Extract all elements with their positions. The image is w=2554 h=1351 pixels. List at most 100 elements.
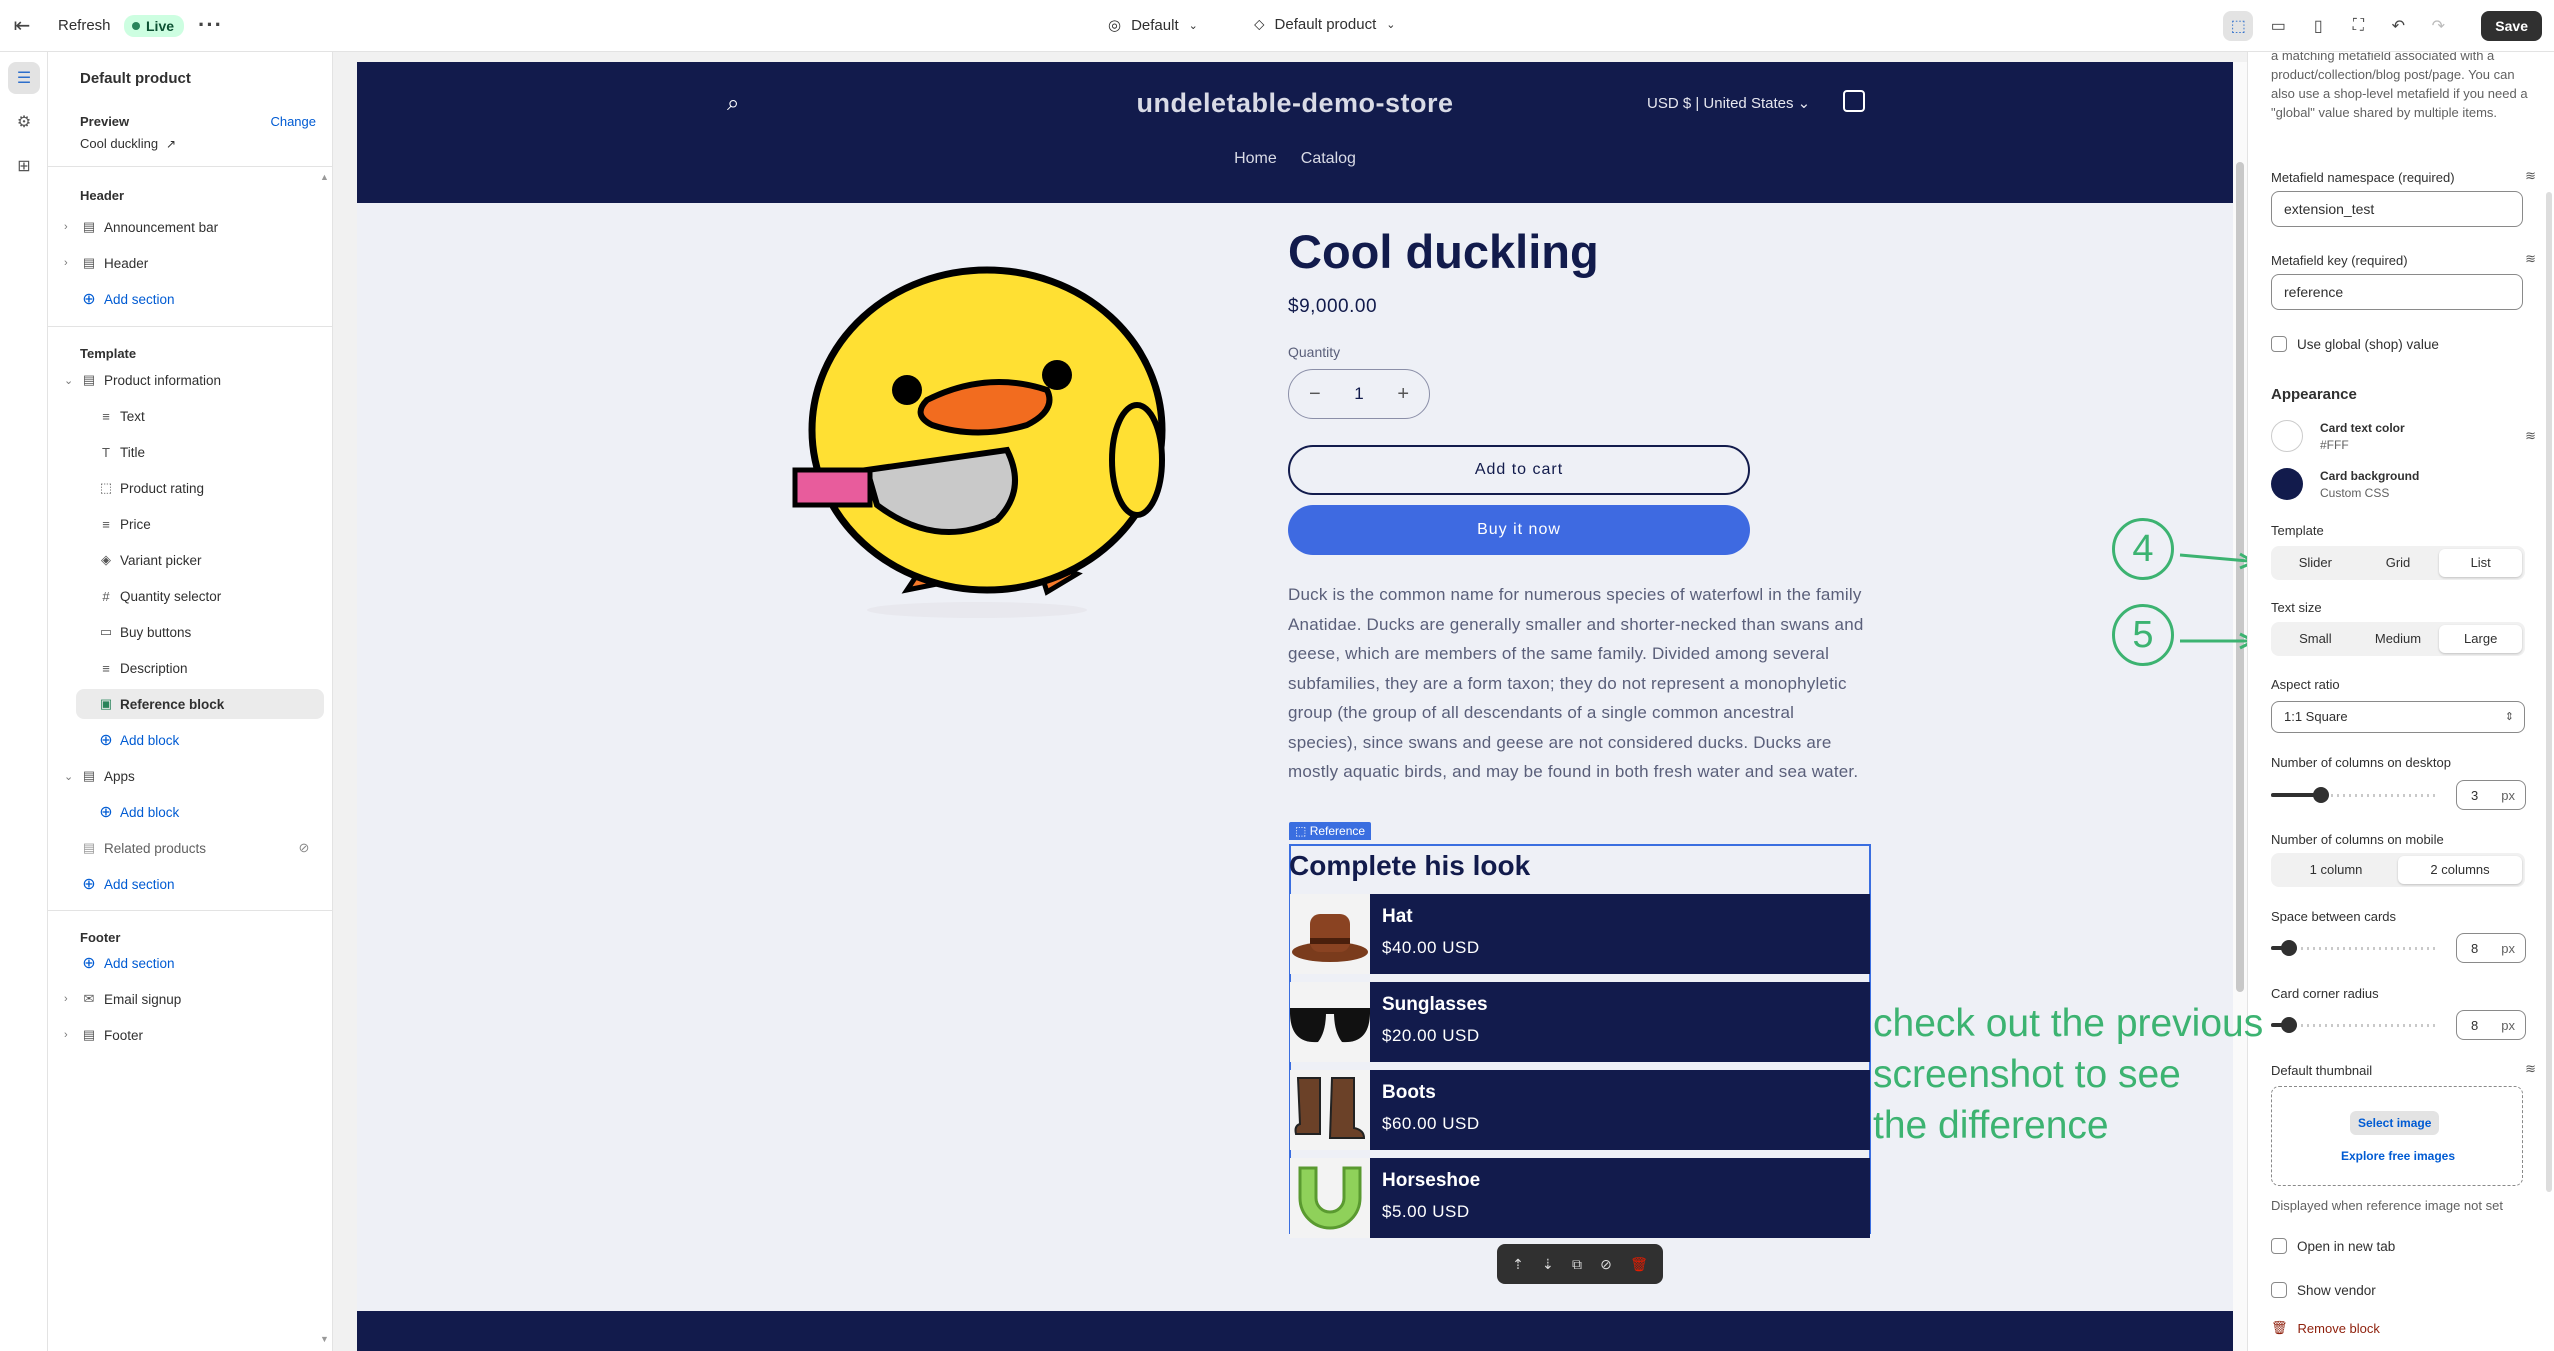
app-embeds-icon[interactable]: ⊞: [8, 150, 40, 182]
explore-free-images-link[interactable]: Explore free images: [2272, 1149, 2524, 1163]
add-block-label: Add block: [120, 732, 180, 748]
exit-icon[interactable]: ⇤: [10, 14, 34, 38]
cols-desktop-input[interactable]: 3 px: [2456, 780, 2526, 810]
delete-icon[interactable]: 🗑: [1630, 1256, 1648, 1273]
canvas-scrollbar[interactable]: [2233, 62, 2247, 1351]
corner-radius-slider[interactable]: [2271, 1015, 2437, 1035]
block-quantity-selector[interactable]: # Quantity selector: [48, 581, 332, 611]
block-variant-picker[interactable]: ◈ Variant picker: [48, 545, 332, 575]
fullscreen-icon[interactable]: ⛶: [2343, 11, 2373, 41]
namespace-input[interactable]: extension_test: [2271, 191, 2523, 227]
space-between-input[interactable]: 8 px: [2456, 933, 2526, 963]
select-image-button[interactable]: Select image: [2350, 1111, 2440, 1135]
dynamic-source-icon[interactable]: ≋: [2525, 168, 2536, 184]
section-announcement-bar[interactable]: › ▤ Announcement bar: [48, 212, 332, 242]
buy-now-button[interactable]: Buy it now: [1288, 505, 1750, 555]
section-related-products[interactable]: ▤ Related products ⊘: [48, 833, 332, 863]
reference-card[interactable]: Hat $40.00 USD: [1290, 894, 1870, 974]
mobile-view-icon[interactable]: ▯: [2303, 11, 2333, 41]
theme-selector[interactable]: ◎ Default ⌄: [1108, 16, 1198, 35]
section-header[interactable]: › ▤ Header: [48, 248, 332, 278]
chevron-right-icon: ›: [64, 993, 68, 1005]
dynamic-source-icon[interactable]: ≋: [2525, 1061, 2536, 1077]
checkbox-box[interactable]: [2271, 336, 2287, 352]
cols-mobile-option-2[interactable]: 2 columns: [2398, 856, 2522, 884]
sidebar-scroll-arrow-up[interactable]: ▲: [320, 172, 329, 182]
dynamic-source-icon[interactable]: ≋: [2525, 428, 2536, 444]
preview-product[interactable]: Cool duckling ↗: [80, 136, 176, 151]
text-size-option-small[interactable]: Small: [2274, 625, 2357, 653]
theme-settings-icon[interactable]: ⚙: [8, 106, 40, 138]
currency-selector[interactable]: USD $ | United States ⌄: [1647, 94, 1810, 112]
corner-radius-input[interactable]: 8 px: [2456, 1010, 2526, 1040]
block-price[interactable]: ≡ Price: [48, 509, 332, 539]
refresh-button[interactable]: Refresh: [58, 17, 111, 34]
add-to-cart-button[interactable]: Add to cart: [1288, 445, 1750, 495]
section-footer[interactable]: › ▤ Footer: [48, 1020, 332, 1050]
hide-icon[interactable]: ⊘: [1600, 1256, 1612, 1273]
change-preview-link[interactable]: Change: [270, 114, 316, 129]
text-size-option-medium[interactable]: Medium: [2357, 625, 2440, 653]
open-new-tab-checkbox[interactable]: Open in new tab: [2271, 1238, 2395, 1254]
save-button[interactable]: Save: [2481, 11, 2542, 41]
add-section-footer[interactable]: ⊕ Add section: [48, 948, 332, 978]
nav-home[interactable]: Home: [1234, 150, 1277, 168]
section-email-signup[interactable]: › ✉ Email signup: [48, 984, 332, 1014]
quantity-value[interactable]: 1: [1354, 384, 1363, 404]
space-between-slider[interactable]: [2271, 938, 2437, 958]
use-global-checkbox[interactable]: Use global (shop) value: [2271, 336, 2439, 352]
cart-icon[interactable]: [1843, 90, 1865, 112]
card-text-color-swatch[interactable]: [2271, 420, 2303, 452]
template-selector[interactable]: ⬦ Default product ⌄: [1254, 16, 1395, 33]
checkbox-box[interactable]: [2271, 1238, 2287, 1254]
inspector-icon[interactable]: ⬚: [2223, 11, 2254, 41]
cols-desktop-slider[interactable]: [2271, 785, 2437, 805]
reference-card[interactable]: Horseshoe $5.00 USD: [1290, 1158, 1870, 1238]
panel-scrollbar[interactable]: [2546, 192, 2552, 1192]
key-input[interactable]: reference: [2271, 274, 2523, 310]
nav-catalog[interactable]: Catalog: [1301, 150, 1356, 168]
redo-icon[interactable]: ↷: [2423, 11, 2453, 41]
dynamic-source-icon[interactable]: ≋: [2525, 251, 2536, 267]
cols-mobile-option-1[interactable]: 1 column: [2274, 856, 2398, 884]
scrollbar-thumb[interactable]: [2236, 162, 2244, 992]
show-vendor-checkbox[interactable]: Show vendor: [2271, 1282, 2376, 1298]
template-option-slider[interactable]: Slider: [2274, 549, 2357, 577]
block-reference-block[interactable]: ▣ Reference block: [76, 689, 324, 719]
add-section-header[interactable]: ⊕ Add section: [48, 284, 332, 314]
move-up-icon[interactable]: ⇡: [1512, 1256, 1524, 1273]
reference-card[interactable]: Boots $60.00 USD: [1290, 1070, 1870, 1150]
section-apps[interactable]: ⌄ ▤ Apps: [48, 761, 332, 791]
block-title[interactable]: T Title: [48, 437, 332, 467]
plus-icon[interactable]: +: [1397, 383, 1409, 406]
reference-card[interactable]: Sunglasses $20.00 USD: [1290, 982, 1870, 1062]
store-name[interactable]: undeletable-demo-store: [357, 88, 2233, 119]
block-product-rating[interactable]: ⬚ Product rating: [48, 473, 332, 503]
sections-icon[interactable]: ☰: [8, 62, 40, 94]
card-background-swatch[interactable]: [2271, 468, 2303, 500]
move-down-icon[interactable]: ⇣: [1542, 1256, 1554, 1273]
text-size-option-large[interactable]: Large: [2439, 625, 2523, 653]
aspect-ratio-select[interactable]: 1:1 Square ⇕: [2271, 701, 2525, 733]
slider-knob[interactable]: [2281, 940, 2297, 956]
add-block-product[interactable]: ⊕ Add block: [48, 725, 332, 755]
card-name: Horseshoe: [1382, 1170, 1481, 1191]
sidebar-scroll-arrow-down[interactable]: ▼: [320, 1334, 329, 1344]
slider-knob[interactable]: [2313, 787, 2329, 803]
block-text[interactable]: ≡ Text: [48, 401, 332, 431]
block-description[interactable]: ≡ Description: [48, 653, 332, 683]
eye-hidden-icon[interactable]: ⊘: [296, 840, 312, 856]
remove-block-button[interactable]: 🗑 Remove block: [2271, 1320, 2380, 1336]
desktop-view-icon[interactable]: ▭: [2263, 11, 2293, 41]
minus-icon[interactable]: −: [1309, 383, 1321, 406]
block-buy-buttons[interactable]: ▭ Buy buttons: [48, 617, 332, 647]
template-option-list[interactable]: List: [2439, 549, 2523, 577]
undo-icon[interactable]: ↶: [2383, 11, 2413, 41]
section-product-information[interactable]: ⌄ ▤ Product information: [48, 365, 332, 395]
checkbox-box[interactable]: [2271, 1282, 2287, 1298]
template-option-grid[interactable]: Grid: [2357, 549, 2440, 577]
more-options-icon[interactable]: ···: [198, 12, 223, 38]
add-section-template[interactable]: ⊕ Add section: [48, 869, 332, 899]
duplicate-icon[interactable]: ⧉: [1572, 1256, 1582, 1273]
add-block-apps[interactable]: ⊕ Add block: [48, 797, 332, 827]
